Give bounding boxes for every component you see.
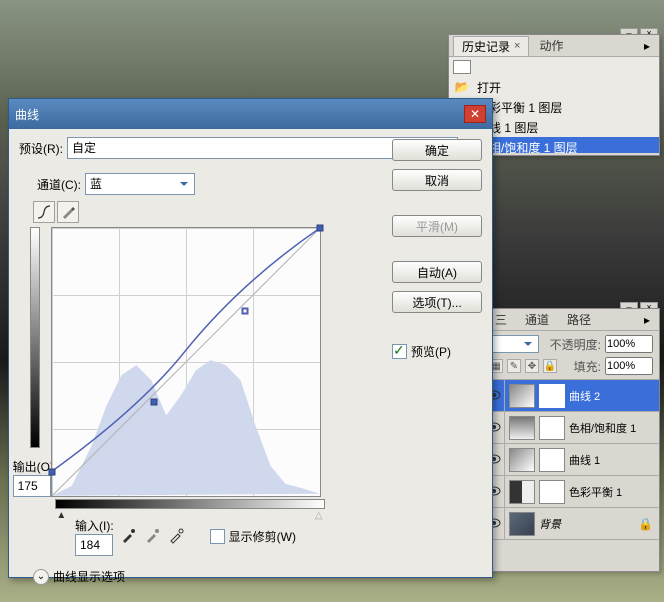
layer-colorbal1[interactable]: 色彩平衡 1: [483, 476, 659, 508]
eyedropper-black-icon[interactable]: [120, 526, 138, 547]
curves-titlebar[interactable]: 曲线 ✕: [9, 99, 492, 129]
input-input[interactable]: [75, 534, 113, 556]
panel-menu-icon[interactable]: ▸: [639, 313, 655, 327]
lock-paint-icon[interactable]: ✎: [507, 359, 521, 373]
lock-icons: ▦ ✎ ✥ 🔒: [489, 359, 557, 373]
output-input[interactable]: [13, 475, 51, 497]
layer-name: 色彩平衡 1: [569, 484, 659, 500]
history-item-open[interactable]: 📂 打开: [449, 77, 659, 97]
input-label: 输入(I):: [75, 517, 114, 534]
input-gradient: ▲ △: [55, 499, 325, 509]
lock-all-icon[interactable]: 🔒: [543, 359, 557, 373]
lock-icon: 🔒: [638, 517, 653, 531]
fill-input[interactable]: [605, 357, 653, 375]
mask-thumb: [539, 448, 565, 472]
layers-controls: 不透明度: ▦ ✎ ✥ 🔒 填充:: [483, 331, 659, 380]
output-gradient: [30, 227, 40, 448]
layer-thumb: [509, 512, 535, 536]
curve-point[interactable]: [49, 468, 56, 475]
tab-history[interactable]: 历史记录×: [453, 36, 529, 56]
layer-thumb: [509, 480, 535, 504]
opacity-input[interactable]: [605, 335, 653, 353]
lock-move-icon[interactable]: ✥: [525, 359, 539, 373]
close-button[interactable]: ✕: [464, 105, 486, 123]
cancel-button[interactable]: 取消: [392, 169, 482, 191]
history-tabs: 历史记录× 动作 ▸: [449, 35, 659, 57]
curves-dialog: 曲线 ✕ 预设(R): 自定 通道(C): 蓝: [8, 98, 493, 578]
tab-channels[interactable]: 通道: [517, 310, 557, 330]
slider-white[interactable]: △: [315, 510, 323, 521]
expand-options-icon[interactable]: ⌄: [33, 569, 49, 585]
layer-name: 背景: [539, 516, 638, 532]
options-label: 曲线显示选项: [53, 568, 125, 585]
opacity-label: 不透明度:: [550, 336, 601, 353]
snapshot-thumb: [453, 60, 471, 74]
layer-name: 曲线 1: [569, 452, 659, 468]
layer-name: 曲线 2: [569, 388, 659, 404]
blend-mode-select[interactable]: [489, 335, 539, 353]
fill-label: 填充:: [574, 358, 601, 375]
panel-menu-icon[interactable]: ▸: [639, 39, 655, 53]
layer-background[interactable]: 背景 🔒: [483, 508, 659, 540]
eyedropper-gray-icon[interactable]: [144, 526, 162, 547]
curve-point[interactable]: [241, 308, 248, 315]
smooth-button[interactable]: 平滑(M): [392, 215, 482, 237]
tab-paths[interactable]: 路径: [559, 310, 599, 330]
curve-point[interactable]: [317, 225, 324, 232]
tab-close-icon[interactable]: ×: [514, 40, 520, 52]
channel-select[interactable]: 蓝: [85, 173, 195, 195]
slider-black[interactable]: ▲: [56, 510, 66, 521]
mask-thumb: [539, 384, 565, 408]
history-snapshot[interactable]: [449, 57, 659, 77]
layer-curves2[interactable]: 曲线 2: [483, 380, 659, 412]
layer-thumb: [509, 448, 535, 472]
options-button[interactable]: 选项(T)...: [392, 291, 482, 313]
eyedropper-white-icon[interactable]: [168, 526, 186, 547]
tab-actions[interactable]: 动作: [531, 36, 571, 56]
layer-huesat1[interactable]: 色相/饱和度 1: [483, 412, 659, 444]
curve-point[interactable]: [150, 399, 157, 406]
channel-label: 通道(C):: [37, 176, 81, 193]
preset-label: 预设(R):: [19, 140, 63, 157]
layers-tabs: 三 通道 路径 ▸: [483, 309, 659, 331]
preview-label: 预览(P): [411, 343, 451, 360]
layer-thumb: [509, 384, 535, 408]
mask-thumb: [539, 480, 565, 504]
layer-curves1[interactable]: 曲线 1: [483, 444, 659, 476]
layer-name: 色相/饱和度 1: [569, 420, 659, 436]
layer-thumb: [509, 416, 535, 440]
curve-canvas[interactable]: [51, 227, 321, 497]
dialog-title: 曲线: [15, 106, 464, 123]
mask-thumb: [539, 416, 565, 440]
ok-button[interactable]: 确定: [392, 139, 482, 161]
curve-tool-icon[interactable]: [33, 201, 55, 223]
pencil-tool-icon[interactable]: [57, 201, 79, 223]
history-item-label: 打开: [477, 79, 501, 96]
layers-list: 曲线 2 色相/饱和度 1 曲线 1 色彩平衡 1 背景 🔒: [483, 380, 659, 540]
clip-label: 显示修剪(W): [229, 528, 296, 545]
layers-panel: 三 通道 路径 ▸ 不透明度: ▦ ✎ ✥ 🔒 填充: 曲线 2: [482, 308, 660, 572]
open-icon: 📂: [453, 80, 471, 94]
auto-button[interactable]: 自动(A): [392, 261, 482, 283]
